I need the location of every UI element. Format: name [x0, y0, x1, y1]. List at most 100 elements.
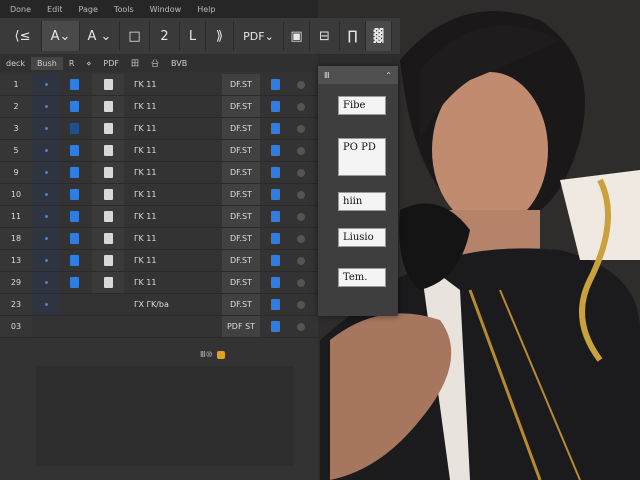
- pdf-label[interactable]: DF.ST: [222, 272, 260, 293]
- settings-cell[interactable]: [288, 250, 314, 271]
- subtab-diamond[interactable]: ⋄: [80, 59, 97, 68]
- action-cell[interactable]: [262, 316, 288, 337]
- grid-tool-button[interactable]: ▓: [366, 21, 392, 51]
- table-row[interactable]: 9 ΓΚ 11 DF.ST: [0, 162, 318, 184]
- subtab-pdf[interactable]: PDF: [97, 59, 125, 68]
- pdf-label[interactable]: DF.ST: [222, 294, 260, 315]
- pdf-label[interactable]: DF.ST: [222, 228, 260, 249]
- pdf-label[interactable]: DF.ST: [222, 140, 260, 161]
- action-cell[interactable]: [262, 250, 288, 271]
- panel-card-popd[interactable]: PO PD: [338, 138, 386, 176]
- subtab-r[interactable]: R: [63, 59, 81, 68]
- export-icon[interactable]: [270, 167, 280, 178]
- table-row[interactable]: 11 ΓΚ 11 DF.ST: [0, 206, 318, 228]
- menu-tools[interactable]: Tools: [108, 4, 140, 15]
- export-icon[interactable]: [270, 255, 280, 266]
- panel-card-liusio[interactable]: Liusio: [338, 228, 386, 247]
- gear-icon[interactable]: [297, 300, 305, 309]
- subtab-cjk[interactable]: 㕣: [145, 58, 165, 69]
- menu-page[interactable]: Page: [73, 4, 104, 15]
- columns-tool-button[interactable]: ∏: [340, 21, 366, 51]
- image-tool-button[interactable]: ▣: [284, 21, 310, 51]
- export-icon[interactable]: [270, 299, 280, 310]
- export-icon[interactable]: [270, 189, 280, 200]
- file-name[interactable]: ΓΚ 11: [128, 96, 220, 117]
- export-icon[interactable]: [270, 79, 280, 90]
- table-row[interactable]: 13 ΓΚ 11 DF.ST: [0, 250, 318, 272]
- pdf-label[interactable]: DF.ST: [222, 162, 260, 183]
- export-icon[interactable]: [270, 145, 280, 156]
- table-row[interactable]: 1 ΓΚ 11 DF.ST: [0, 74, 318, 96]
- action-cell[interactable]: [262, 294, 288, 315]
- forward-tool-button[interactable]: ⟫: [206, 21, 234, 51]
- action-cell[interactable]: [262, 184, 288, 205]
- menu-done[interactable]: Done: [4, 4, 37, 15]
- table-row[interactable]: 2 ΓΚ 11 DF.ST: [0, 96, 318, 118]
- text-tool-button[interactable]: A⌄: [42, 21, 80, 51]
- settings-cell[interactable]: [288, 140, 314, 161]
- table-tool-button[interactable]: ⊟: [310, 21, 340, 51]
- line-tool-button[interactable]: L: [180, 21, 206, 51]
- panel-card-tem[interactable]: Tem.: [338, 268, 386, 287]
- file-name[interactable]: ΓΚ 11: [128, 118, 220, 139]
- file-name[interactable]: ΓΚ 11: [128, 250, 220, 271]
- settings-cell[interactable]: [288, 206, 314, 227]
- pdf-export-button[interactable]: PDF⌄: [234, 21, 284, 51]
- action-cell[interactable]: [262, 162, 288, 183]
- menu-edit[interactable]: Edit: [41, 4, 69, 15]
- table-row[interactable]: 10 ΓΚ 11 DF.ST: [0, 184, 318, 206]
- export-icon[interactable]: [270, 211, 280, 222]
- gear-icon[interactable]: [297, 212, 305, 221]
- gear-icon[interactable]: [297, 190, 305, 199]
- gear-icon[interactable]: [297, 168, 305, 177]
- file-name[interactable]: ΓΚ 11: [128, 162, 220, 183]
- subtab-bvb[interactable]: BVB: [165, 59, 193, 68]
- file-name[interactable]: ΓΧ ΓΚ/ba: [128, 294, 220, 315]
- gear-icon[interactable]: [297, 102, 305, 111]
- action-cell[interactable]: [262, 228, 288, 249]
- menu-window[interactable]: Window: [144, 4, 188, 15]
- export-icon[interactable]: [270, 321, 280, 332]
- settings-cell[interactable]: [288, 184, 314, 205]
- menu-help[interactable]: Help: [191, 4, 221, 15]
- settings-cell[interactable]: [288, 74, 314, 95]
- pdf-label[interactable]: DF.ST: [222, 96, 260, 117]
- table-row[interactable]: 3 ΓΚ 11 DF.ST: [0, 118, 318, 140]
- panel-header[interactable]: Ⅲ ⌃: [318, 66, 398, 84]
- table-row[interactable]: 18 ΓΚ 11 DF.ST: [0, 228, 318, 250]
- gear-icon[interactable]: [297, 146, 305, 155]
- file-name[interactable]: ΓΚ 11: [128, 74, 220, 95]
- chevron-updown-icon[interactable]: ⌃: [385, 71, 392, 80]
- file-name[interactable]: ΓΚ 11: [128, 184, 220, 205]
- gear-icon[interactable]: [297, 234, 305, 243]
- action-cell[interactable]: [262, 118, 288, 139]
- settings-cell[interactable]: [288, 272, 314, 293]
- pdf-label[interactable]: DF.ST: [222, 250, 260, 271]
- action-cell[interactable]: [262, 206, 288, 227]
- file-name[interactable]: ΓΚ 11: [128, 272, 220, 293]
- panel-card-hiin[interactable]: hiin: [338, 192, 386, 211]
- export-icon[interactable]: [270, 233, 280, 244]
- number-tool-button[interactable]: 2: [150, 21, 180, 51]
- gear-icon[interactable]: [297, 322, 305, 331]
- action-cell[interactable]: [262, 272, 288, 293]
- settings-cell[interactable]: [288, 162, 314, 183]
- pdf-label[interactable]: PDF ST: [222, 316, 260, 337]
- export-icon[interactable]: [270, 277, 280, 288]
- file-name[interactable]: ΓΚ 11: [128, 228, 220, 249]
- gear-icon[interactable]: [297, 80, 305, 89]
- table-row[interactable]: 23 ΓΧ ΓΚ/ba DF.ST: [0, 294, 318, 316]
- gear-icon[interactable]: [297, 256, 305, 265]
- rectangle-tool-button[interactable]: □: [120, 21, 150, 51]
- export-icon[interactable]: [270, 101, 280, 112]
- action-cell[interactable]: [262, 96, 288, 117]
- font-tool-button[interactable]: A ⌄: [80, 21, 120, 51]
- settings-cell[interactable]: [288, 118, 314, 139]
- table-row[interactable]: 5 ΓΚ 11 DF.ST: [0, 140, 318, 162]
- panel-card-fibe[interactable]: Fibe: [338, 96, 386, 115]
- file-name[interactable]: ΓΚ 11: [128, 206, 220, 227]
- pdf-label[interactable]: DF.ST: [222, 206, 260, 227]
- back-tool-button[interactable]: ⟨≤: [4, 21, 42, 51]
- table-row[interactable]: 03 PDF ST: [0, 316, 318, 338]
- settings-cell[interactable]: [288, 294, 314, 315]
